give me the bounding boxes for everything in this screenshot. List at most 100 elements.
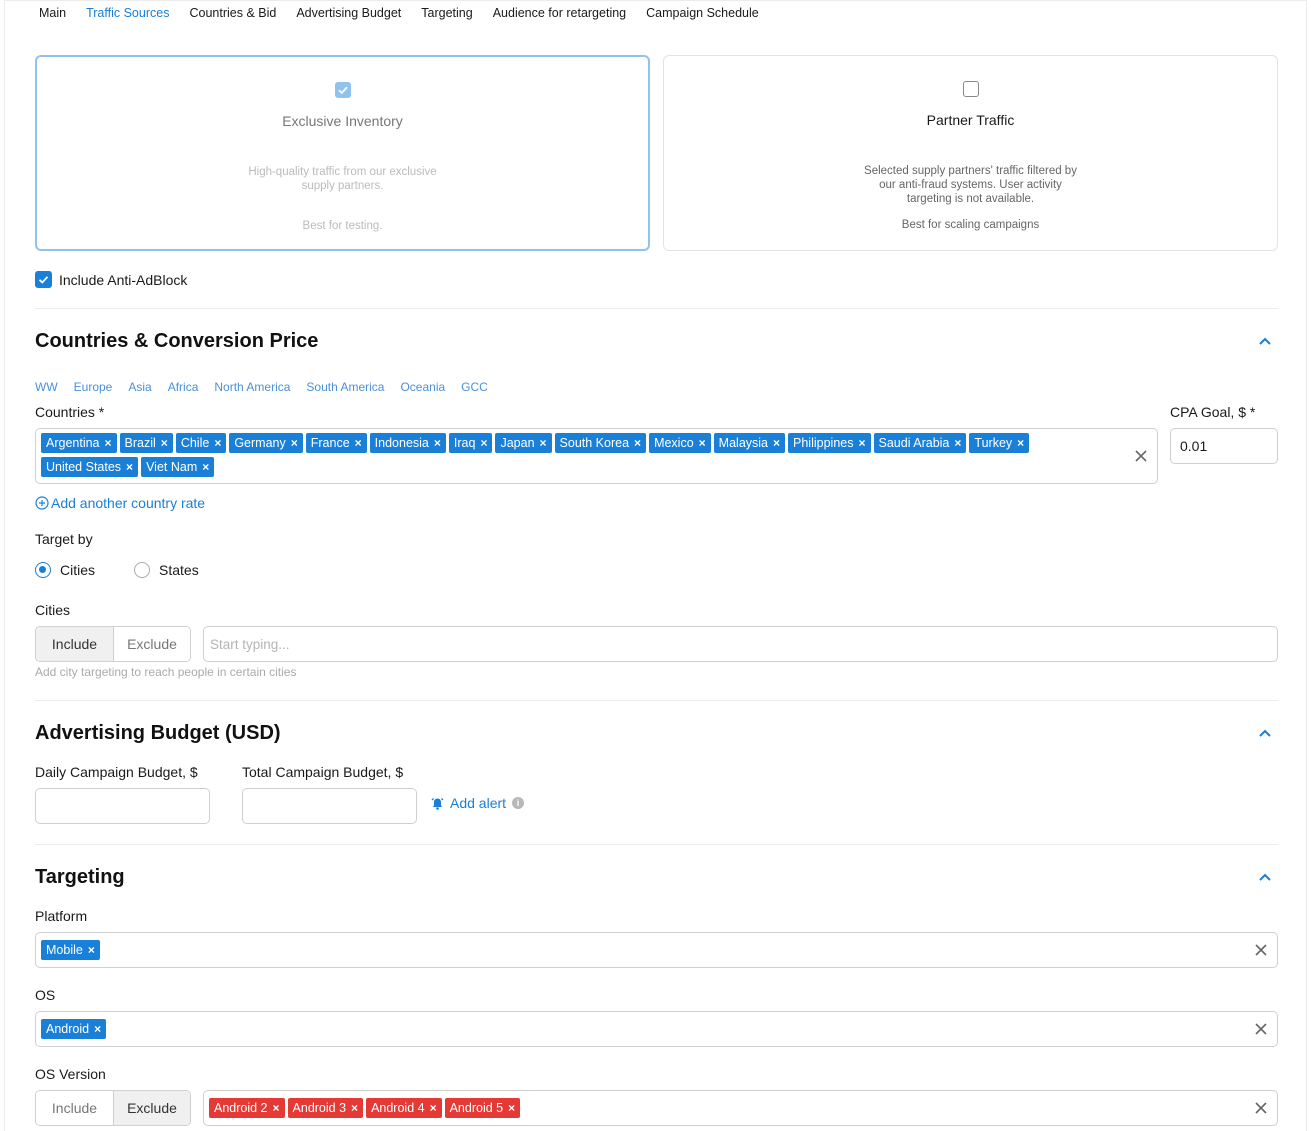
cities-search-input[interactable]: Start typing...: [203, 626, 1278, 662]
remove-tag-icon[interactable]: ×: [88, 943, 95, 957]
country-tag-label: South Korea: [559, 436, 630, 450]
remove-tag-icon[interactable]: ×: [291, 436, 298, 450]
check-icon: [38, 276, 49, 284]
add-country-rate-link[interactable]: Add another country rate: [35, 495, 205, 511]
country-tag: Malaysia ×: [713, 433, 786, 453]
target-states-label: States: [159, 562, 199, 578]
remove-tag-icon[interactable]: ×: [858, 436, 865, 450]
total-budget-label: Total Campaign Budget, $: [242, 764, 404, 780]
clear-os-icon[interactable]: [1254, 1022, 1268, 1036]
os-version-include-option[interactable]: Include: [36, 1091, 113, 1125]
remove-tag-icon[interactable]: ×: [434, 436, 441, 450]
country-tag-label: Indonesia: [374, 436, 429, 450]
remove-tag-icon[interactable]: ×: [1017, 436, 1024, 450]
daily-budget-label: Daily Campaign Budget, $: [35, 764, 198, 780]
info-icon[interactable]: i: [512, 797, 525, 809]
os-select[interactable]: Android ×: [35, 1011, 1278, 1047]
region-link-europe[interactable]: Europe: [74, 380, 113, 394]
add-alert-label: Add alert: [450, 795, 507, 811]
country-tag-label: Malaysia: [718, 436, 768, 450]
remove-tag-icon[interactable]: ×: [351, 1101, 358, 1115]
os-version-tag-label: Android 3: [292, 1101, 347, 1115]
nav-main[interactable]: Main: [39, 6, 66, 20]
remove-tag-icon[interactable]: ×: [273, 1101, 280, 1115]
cpa-goal-input[interactable]: 0.01: [1170, 428, 1278, 464]
exclusive-inventory-description: High-quality traffic from our exclusive …: [248, 166, 437, 192]
region-link-ww[interactable]: WW: [35, 380, 58, 394]
region-link-oceania[interactable]: Oceania: [400, 380, 445, 394]
target-by-radio-group: Cities States: [35, 562, 199, 578]
partner-traffic-card[interactable]: Partner Traffic Selected supply partners…: [663, 55, 1278, 251]
nav-advertising-budget[interactable]: Advertising Budget: [296, 6, 401, 20]
region-link-south-america[interactable]: South America: [306, 380, 384, 394]
clear-os-version-icon[interactable]: [1254, 1101, 1268, 1115]
countries-label: Countries *: [35, 404, 105, 420]
remove-tag-icon[interactable]: ×: [202, 460, 209, 474]
country-tag: United States ×: [41, 457, 139, 477]
partner-traffic-checkbox[interactable]: [962, 81, 979, 97]
remove-tag-icon[interactable]: ×: [480, 436, 487, 450]
remove-tag-icon[interactable]: ×: [954, 436, 961, 450]
partner-traffic-best-for: Best for scaling campaigns: [901, 219, 1040, 231]
anti-adblock-checkbox[interactable]: [35, 271, 52, 288]
daily-budget-input[interactable]: [35, 788, 210, 824]
remove-tag-icon[interactable]: ×: [126, 460, 133, 474]
chevron-up-icon[interactable]: [1258, 728, 1272, 738]
nav-traffic-sources[interactable]: Traffic Sources: [86, 6, 169, 20]
region-link-asia[interactable]: Asia: [128, 380, 151, 394]
remove-tag-icon[interactable]: ×: [508, 1101, 515, 1115]
os-version-label: OS Version: [35, 1066, 106, 1082]
nav-targeting[interactable]: Targeting: [421, 6, 472, 20]
country-tag-label: Iraq: [453, 436, 476, 450]
exclusive-inventory-best-for: Best for testing.: [302, 220, 383, 232]
country-tag-label: Argentina: [46, 436, 100, 450]
country-tag: South Korea ×: [554, 433, 647, 453]
target-cities-radio[interactable]: [35, 562, 51, 578]
add-alert-link[interactable]: Add alert i: [430, 795, 525, 811]
chevron-up-icon[interactable]: [1258, 336, 1272, 346]
exclusive-inventory-card[interactable]: Exclusive Inventory High-quality traffic…: [35, 55, 650, 251]
remove-tag-icon[interactable]: ×: [94, 1022, 101, 1036]
country-tag: Turkey ×: [969, 433, 1030, 453]
clear-platform-icon[interactable]: [1254, 943, 1268, 957]
cities-hint: Add city targeting to reach people in ce…: [35, 665, 297, 679]
countries-select[interactable]: Argentina × Brazil × Chile × Germany × France × In…: [35, 428, 1158, 484]
country-tag-label: Turkey: [974, 436, 1013, 450]
clear-countries-icon[interactable]: [1134, 449, 1148, 463]
nav-campaign-schedule[interactable]: Campaign Schedule: [646, 6, 759, 20]
platform-select[interactable]: Mobile ×: [35, 932, 1278, 968]
exclusive-inventory-checkbox[interactable]: [334, 82, 351, 98]
anti-adblock-row[interactable]: Include Anti-AdBlock: [35, 271, 187, 288]
remove-tag-icon[interactable]: ×: [105, 436, 112, 450]
remove-tag-icon[interactable]: ×: [540, 436, 547, 450]
partner-traffic-description: Selected supply partners' traffic filter…: [864, 165, 1077, 205]
remove-tag-icon[interactable]: ×: [634, 436, 641, 450]
country-tag: Viet Nam ×: [141, 457, 215, 477]
region-link-africa[interactable]: Africa: [168, 380, 199, 394]
total-budget-input[interactable]: [242, 788, 417, 824]
remove-tag-icon[interactable]: ×: [214, 436, 221, 450]
remove-tag-icon[interactable]: ×: [699, 436, 706, 450]
os-version-select[interactable]: Android 2 × Android 3 × Android 4 × Android 5 ×: [203, 1090, 1278, 1126]
os-version-tag: Android 3 ×: [287, 1098, 364, 1118]
remove-tag-icon[interactable]: ×: [161, 436, 168, 450]
cities-exclude-option[interactable]: Exclude: [113, 627, 190, 661]
country-tag-label: Germany: [234, 436, 286, 450]
target-states-radio[interactable]: [134, 562, 151, 578]
exclusive-inventory-title: Exclusive Inventory: [282, 113, 403, 129]
remove-tag-icon[interactable]: ×: [355, 436, 362, 450]
remove-tag-icon[interactable]: ×: [773, 436, 780, 450]
country-tag: Philippines ×: [788, 433, 871, 453]
nav-audience-retargeting[interactable]: Audience for retargeting: [493, 6, 626, 20]
country-tag: Germany ×: [229, 433, 303, 453]
country-tag: Iraq ×: [448, 433, 493, 453]
remove-tag-icon[interactable]: ×: [430, 1101, 437, 1115]
countries-tag-list: Argentina × Brazil × Chile × Germany × France × In…: [41, 433, 1126, 481]
os-version-tag: Android 5 ×: [444, 1098, 521, 1118]
region-link-gcc[interactable]: GCC: [461, 380, 488, 394]
chevron-up-icon[interactable]: [1258, 872, 1272, 882]
nav-countries-bid[interactable]: Countries & Bid: [189, 6, 276, 20]
os-version-exclude-option[interactable]: Exclude: [113, 1091, 190, 1125]
region-link-north-america[interactable]: North America: [214, 380, 290, 394]
cities-include-option[interactable]: Include: [36, 627, 113, 661]
